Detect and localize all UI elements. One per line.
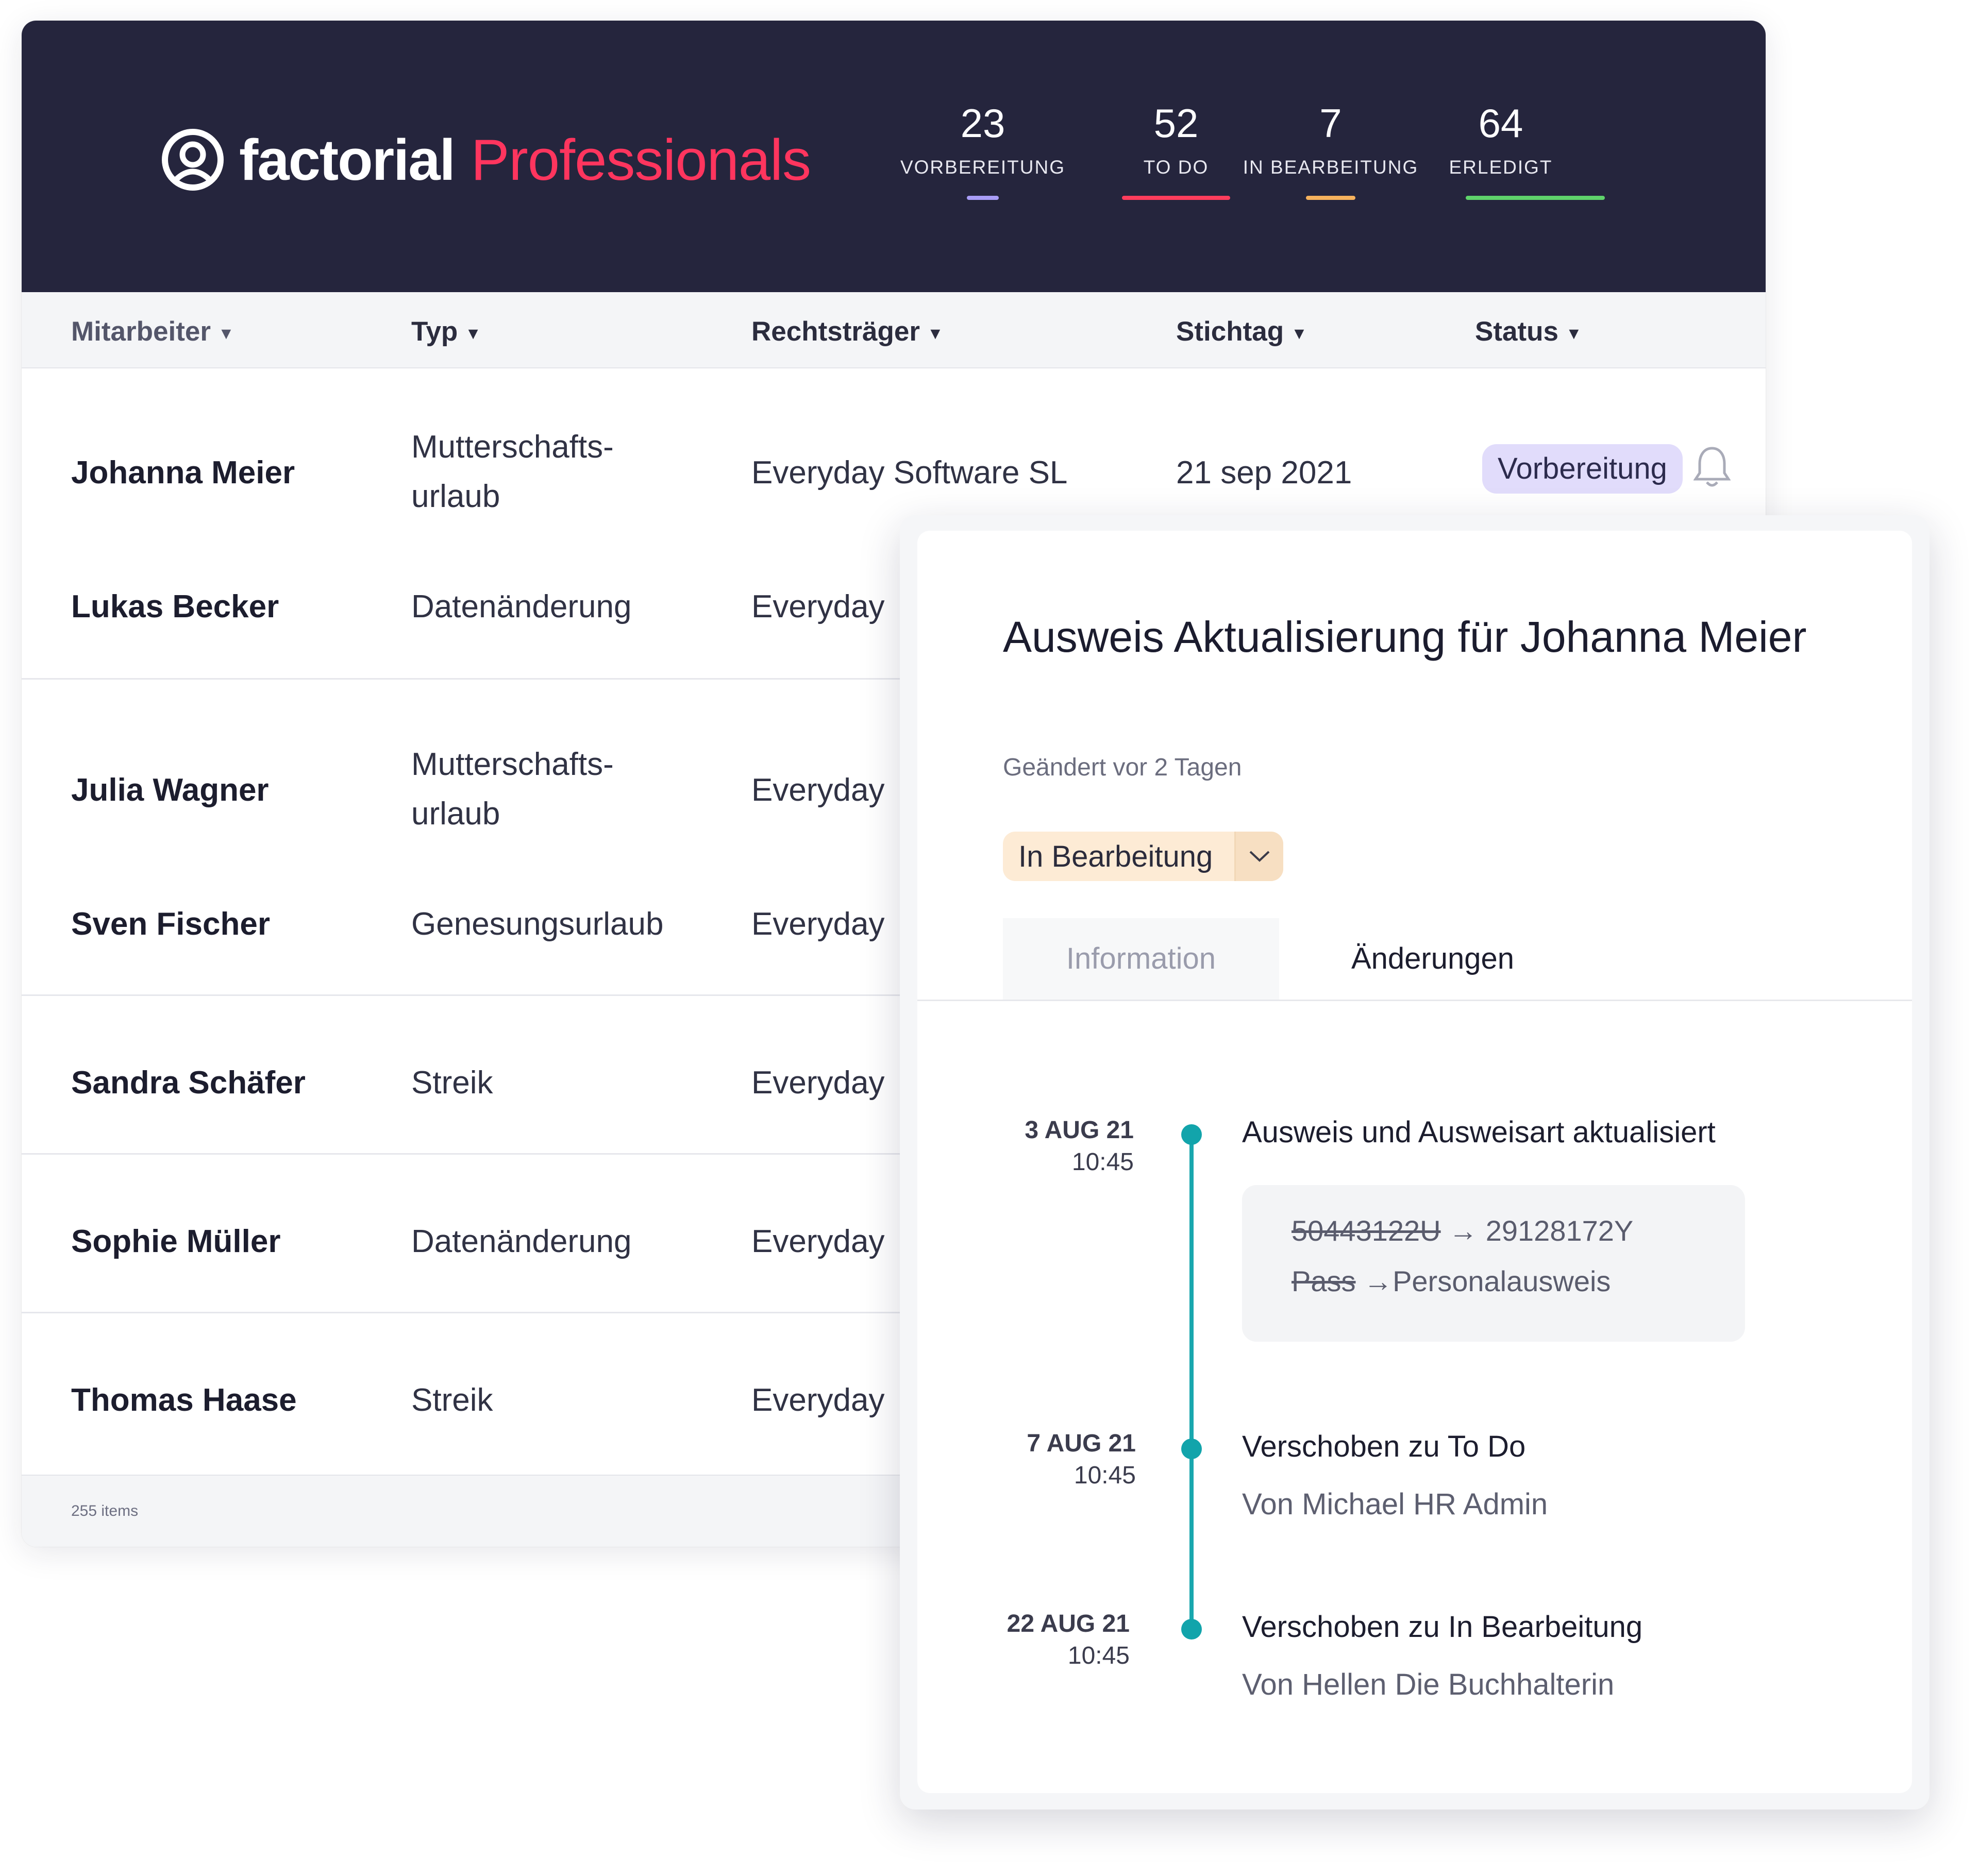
bell-icon[interactable] [1693, 444, 1731, 491]
stat-label: VORBEREITUNG [900, 157, 1066, 178]
table-row-date: 21 sep 2021 [1176, 455, 1352, 491]
change-line: Pass →Personalausweis [1292, 1264, 1611, 1298]
brand-logo: factorial Professionals [160, 124, 811, 196]
timeline-time: 10:45 [1074, 1462, 1136, 1489]
sort-caret-icon: ▼ [217, 324, 234, 343]
stat-value: 52 [1153, 100, 1199, 146]
table-row-type: Mutterschafts- [411, 429, 614, 465]
sort-caret-icon: ▼ [1291, 324, 1307, 343]
brand-product: Professionals [471, 127, 811, 192]
table-row-entity: Everyday [751, 1224, 885, 1259]
change-details: 50443122U → 29128172Y Pass →Personalausw… [1242, 1185, 1745, 1342]
stat-label: TO DO [1143, 157, 1209, 178]
stat-label: IN BEARBEITUNG [1243, 157, 1419, 178]
timeline-time: 10:45 [1067, 1642, 1130, 1669]
column-header-stichtag[interactable]: Stichtag ▼ [1176, 316, 1307, 347]
old-value: 50443122U [1292, 1214, 1441, 1247]
table-row-name[interactable]: Sven Fischer [71, 900, 270, 949]
change-arrow: → [1440, 1214, 1486, 1247]
header-bar: factorial Professionals 23 VORBEREITUNG … [22, 21, 1766, 292]
table-row-type: Streik [411, 1065, 493, 1101]
timeline-title: Ausweis und Ausweisart aktualisiert [1242, 1116, 1716, 1149]
tab-information[interactable]: Information [1003, 918, 1279, 1000]
table-row-type: Streik [411, 1382, 493, 1418]
timeline-dot [1181, 1439, 1202, 1459]
table-row-type: Mutterschafts- [411, 747, 614, 782]
sort-caret-icon: ▼ [465, 324, 481, 343]
stat-bar [1466, 196, 1605, 200]
timeline-title: Verschoben zu To Do [1242, 1430, 1526, 1463]
tab-aenderungen[interactable]: Änderungen [1288, 918, 1577, 1000]
timeline-title: Verschoben zu In Bearbeitung [1242, 1610, 1643, 1644]
stat-todo[interactable]: 52 TO DO [1109, 103, 1243, 200]
timeline-dot [1181, 1124, 1202, 1145]
table-row-type: urlaub [411, 796, 500, 832]
table-row-type: Datenänderung [411, 1224, 632, 1259]
stat-bar [967, 196, 999, 200]
column-header-typ[interactable]: Typ ▼ [411, 316, 481, 347]
table-row-entity: Everyday [751, 1382, 885, 1418]
table-row-name[interactable]: Johanna Meier [71, 448, 295, 498]
timeline-author: Von Michael HR Admin [1242, 1488, 1548, 1521]
timeline-author: Von Hellen Die Buchhalterin [1242, 1668, 1615, 1701]
table-row-name[interactable]: Thomas Haase [71, 1376, 297, 1425]
brand-name: factorial [239, 127, 456, 192]
new-value: 29128172Y [1485, 1214, 1634, 1247]
table-row-entity: Everyday [751, 1065, 885, 1101]
status-dropdown-value: In Bearbeitung [1018, 839, 1213, 873]
timeline-dot [1181, 1619, 1202, 1640]
user-circle-icon [162, 129, 224, 191]
column-header-status[interactable]: Status ▼ [1475, 316, 1582, 347]
table-row-entity: Everyday [751, 589, 885, 624]
item-count: 255 items [71, 1502, 139, 1519]
table-row-entity: Everyday [751, 772, 885, 808]
column-header-mitarbeiter[interactable]: Mitarbeiter ▼ [71, 316, 234, 347]
change-arrow: → [1355, 1265, 1393, 1297]
stat-erledigt[interactable]: 64 ERLEDIGT [1444, 100, 1605, 200]
stat-value: 7 [1319, 100, 1342, 146]
stat-bar [1306, 196, 1355, 200]
column-header-rechtstraeger[interactable]: Rechtsträger ▼ [751, 316, 944, 347]
table-row-name[interactable]: Sophie Müller [71, 1217, 280, 1266]
table-row-type: Datenänderung [411, 589, 632, 624]
table-row-type: Genesungsurlaub [411, 906, 664, 942]
tabs-divider [917, 1000, 1912, 1001]
sort-caret-icon: ▼ [927, 324, 944, 343]
table-row-name[interactable]: Sandra Schäfer [71, 1058, 306, 1108]
new-value: Personalausweis [1393, 1265, 1611, 1297]
stat-value: 64 [1478, 100, 1523, 146]
timeline-date: 3 AUG 21 [1025, 1117, 1134, 1144]
chevron-down-icon[interactable] [1234, 832, 1283, 881]
table-row-entity: Everyday [751, 906, 885, 942]
timeline-date: 22 AUG 21 [1007, 1610, 1130, 1637]
timeline-line [1189, 1134, 1194, 1633]
status-badge[interactable]: Vorbereitung [1482, 444, 1683, 494]
timeline-time: 10:45 [1071, 1148, 1134, 1176]
change-line: 50443122U → 29128172Y [1292, 1214, 1633, 1247]
timeline-date: 7 AUG 21 [1027, 1430, 1136, 1457]
stat-in-bearbeitung[interactable]: 7 IN BEARBEITUNG [1233, 103, 1429, 200]
old-value: Pass [1292, 1265, 1356, 1297]
stat-value: 23 [960, 100, 1005, 146]
table-header: Mitarbeiter ▼ Typ ▼ Rechtsträger ▼ Stichtag… [22, 292, 1766, 368]
detail-panel: Ausweis Aktualisierung für Johanna Meier… [917, 531, 1912, 1793]
modified-timestamp: Geändert vor 2 Tagen [1003, 754, 1242, 781]
table-row-name[interactable]: Lukas Becker [71, 582, 279, 632]
stat-bar [1122, 196, 1230, 200]
table-row-name[interactable]: Julia Wagner [71, 766, 269, 815]
panel-title: Ausweis Aktualisierung für Johanna Meier [1003, 613, 1807, 661]
stat-label: ERLEDIGT [1449, 157, 1553, 178]
status-dropdown[interactable]: In Bearbeitung [1003, 832, 1283, 881]
table-row-type: urlaub [411, 479, 500, 514]
stat-vorbereitung[interactable]: 23 VORBEREITUNG [898, 103, 1068, 200]
table-row-entity: Everyday Software SL [751, 455, 1068, 491]
sort-caret-icon: ▼ [1565, 324, 1582, 343]
